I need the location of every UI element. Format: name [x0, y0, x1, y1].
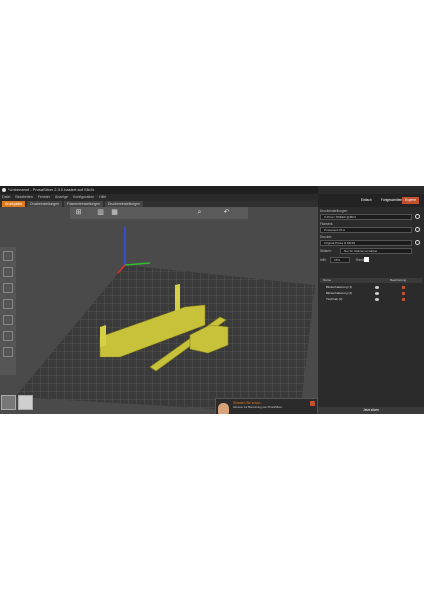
- arrange-icon[interactable]: ▦: [110, 209, 119, 217]
- hint-popup: Wussten Sie schon... Hinweis zur Benutzu…: [215, 398, 318, 414]
- druck-gear-icon[interactable]: [415, 214, 420, 219]
- undo-icon[interactable]: ↶: [222, 209, 231, 217]
- druck-select[interactable]: 0.20mm SPEED @MK3: [320, 214, 412, 220]
- move-tool-icon[interactable]: [3, 251, 13, 261]
- scale-tool-icon[interactable]: [3, 267, 13, 277]
- cut-tool-icon[interactable]: [3, 315, 13, 325]
- menu-anzeige[interactable]: Anzeige: [55, 194, 68, 201]
- hint-close-icon[interactable]: [310, 401, 315, 406]
- edit-icon[interactable]: [402, 286, 405, 289]
- left-toolbar: [0, 247, 16, 375]
- mode-experte[interactable]: Experte: [402, 197, 419, 204]
- drucker-gear-icon[interactable]: [415, 240, 420, 245]
- filament-gear-icon[interactable]: [415, 227, 420, 232]
- object-list-header: Name Bearbeitung: [320, 278, 422, 283]
- settings-sidebar: Einfach Fortgeschritten Experte Druckein…: [318, 186, 424, 414]
- search-icon[interactable]: ⌕: [195, 209, 204, 217]
- window-title: *Unbenannt - PrusaSlicer 2.3.0 basiert a…: [8, 187, 95, 192]
- rotate-tool-icon[interactable]: [3, 283, 13, 293]
- menu-hilfe[interactable]: Hilfe: [99, 194, 106, 201]
- menu-konfiguration[interactable]: Konfiguration: [73, 194, 94, 201]
- edit-icon[interactable]: [402, 298, 405, 301]
- place-on-face-icon[interactable]: [3, 299, 13, 309]
- menu-bearbeiten[interactable]: Bearbeiten: [15, 194, 32, 201]
- filament-select[interactable]: Prusament PLA: [320, 227, 412, 233]
- top-toolbar: ⊞ ▥ ▦ ⌕ ↶: [70, 207, 248, 219]
- visibility-icon[interactable]: [375, 292, 379, 295]
- 3d-viewport[interactable]: ⊞ ▥ ▦ ⌕ ↶ Wussten Sie schon... Hinweis z…: [0, 207, 318, 414]
- hint-avatar-icon: [218, 403, 229, 414]
- menu-fenster[interactable]: Fenster: [38, 194, 50, 201]
- drucker-select[interactable]: Original Prusa i3 MK3S: [320, 240, 412, 246]
- visibility-icon[interactable]: [375, 286, 379, 289]
- object-row[interactable]: Blinkerhalterung (1): [320, 285, 422, 290]
- delete-icon[interactable]: ▥: [96, 209, 105, 217]
- col-edit: Bearbeitung: [390, 278, 407, 282]
- rand-checkbox[interactable]: [364, 257, 369, 262]
- menu-datei[interactable]: Datei: [2, 194, 10, 201]
- build-plate-scene: [15, 227, 315, 414]
- object-row[interactable]: Tischhalt (3): [320, 297, 422, 302]
- slice-button[interactable]: Jetzt slicen: [318, 407, 424, 414]
- mode-switch: Einfach Fortgeschritten Experte: [318, 194, 424, 207]
- paint-supports-icon[interactable]: [3, 331, 13, 341]
- prusaslicer-logo-icon: [2, 188, 6, 192]
- mode-einfach[interactable]: Einfach: [358, 197, 375, 204]
- add-icon[interactable]: ⊞: [74, 209, 83, 217]
- seam-painting-icon[interactable]: [3, 347, 13, 357]
- edit-icon[interactable]: [402, 292, 405, 295]
- col-name: Name: [323, 278, 332, 282]
- drucker-label: Drucker:: [320, 235, 333, 239]
- druck-label: Druckeinstellungen:: [320, 209, 348, 213]
- app-window: *Unbenannt - PrusaSlicer 2.3.0 basiert a…: [0, 186, 424, 414]
- visibility-icon[interactable]: [375, 298, 379, 301]
- stuetzen-select[interactable]: Nur für Stützenverstärker: [340, 248, 412, 254]
- preview-icon[interactable]: [18, 395, 33, 410]
- object-row[interactable]: Blinkerhalterung (2): [320, 291, 422, 296]
- view-toggle: [1, 395, 33, 410]
- 3d-view-icon[interactable]: [1, 395, 16, 410]
- infill-select[interactable]: 15%: [330, 257, 350, 263]
- filament-label: Filament:: [320, 222, 334, 226]
- hint-text: Hinweis zur Benutzung von PrusaSlicer.: [233, 405, 283, 409]
